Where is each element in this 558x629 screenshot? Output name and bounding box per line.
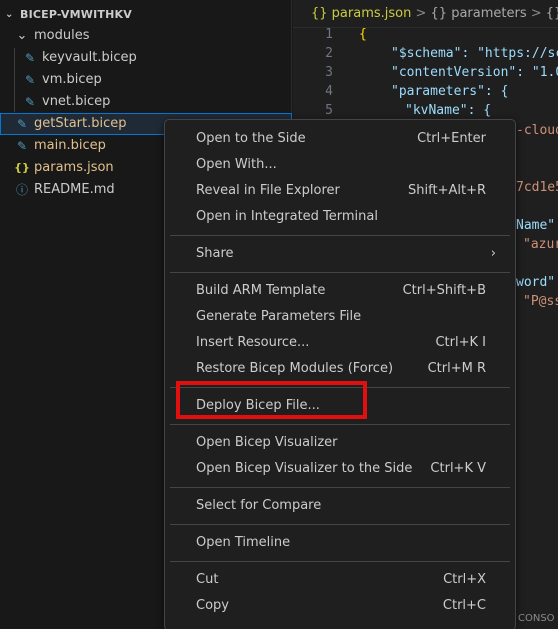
menu-item-cut[interactable]: Cut Ctrl+X — [170, 567, 510, 593]
breadcrumb-item-parameters[interactable]: {} parameters — [431, 6, 527, 21]
menu-item-shortcut: Shift+Alt+R — [408, 183, 486, 198]
menu-item-open-to-side[interactable]: Open to the Side Ctrl+Enter — [170, 126, 510, 152]
context-menu: Open to the Side Ctrl+Enter Open With...… — [164, 119, 516, 629]
chevron-right-icon: › — [490, 246, 496, 261]
code-line: "parameters": { — [391, 84, 509, 99]
menu-item-label: Open With... — [196, 157, 277, 172]
code-fragment: Name": — [516, 218, 558, 233]
menu-item-insert-resource[interactable]: Insert Resource... Ctrl+K I — [170, 330, 510, 356]
menu-item-generate-parameters-file[interactable]: Generate Parameters File — [170, 304, 510, 330]
breadcrumb: {} params.json > {} parameters > {} kvNa — [293, 0, 558, 28]
menu-item-label: Build ARM Template — [196, 283, 326, 298]
menu-separator — [170, 272, 510, 273]
bicep-file-icon: ✎ — [16, 117, 28, 131]
tree-item-label: modules — [34, 28, 90, 43]
tree-item-label: vm.bicep — [42, 72, 102, 87]
tree-item-label: getStart.bicep — [34, 116, 127, 131]
menu-item-label: Restore Bicep Modules (Force) — [196, 361, 394, 376]
code-fragment: "P@ss — [523, 294, 558, 309]
menu-item-shortcut: Ctrl+Enter — [417, 131, 486, 146]
menu-item-label: Insert Resource... — [196, 335, 310, 350]
menu-item-open-bicep-visualizer[interactable]: Open Bicep Visualizer — [170, 430, 510, 456]
tree-item-modules-folder[interactable]: ⌄ modules — [0, 25, 292, 47]
menu-item-shortcut: Ctrl+K I — [435, 335, 486, 350]
menu-item-label: Open to the Side — [196, 131, 306, 146]
line-number: 1 — [325, 28, 333, 42]
info-icon: ⓘ — [15, 183, 28, 197]
menu-item-label: Share — [196, 246, 234, 261]
annotation-highlight-box — [176, 381, 367, 419]
panel-tab-console[interactable]: CONSO — [518, 613, 555, 624]
menu-item-shortcut: Ctrl+X — [443, 572, 486, 587]
code-fragment: word" — [516, 275, 556, 290]
menu-item-shortcut: Ctrl+K V — [430, 461, 486, 476]
code-line: "$schema": "https://sc — [391, 46, 558, 61]
code-fragment: 7cd1e5 — [516, 180, 558, 195]
code-line: { — [359, 28, 367, 42]
json-file-icon: {} — [14, 161, 30, 174]
menu-item-open-in-terminal[interactable]: Open in Integrated Terminal — [170, 204, 510, 230]
breadcrumb-item-kvname[interactable]: {} kvNa — [546, 6, 558, 21]
menu-separator — [170, 487, 510, 488]
tree-item-label: keyvault.bicep — [42, 50, 137, 65]
menu-separator — [170, 424, 510, 425]
line-number: 5 — [325, 103, 333, 118]
code-fragment: -cloud — [516, 123, 558, 138]
line-number: 2 — [325, 46, 333, 61]
menu-item-reveal-in-file-explorer[interactable]: Reveal in File Explorer Shift+Alt+R — [170, 178, 510, 204]
breadcrumb-separator: > — [530, 6, 546, 21]
menu-item-label: Open Bicep Visualizer — [196, 435, 338, 450]
bicep-file-icon: ✎ — [16, 139, 28, 153]
menu-item-select-for-compare[interactable]: Select for Compare — [170, 493, 510, 519]
tree-item-label: params.json — [34, 160, 114, 175]
menu-item-open-with[interactable]: Open With... — [170, 152, 510, 178]
menu-item-open-timeline[interactable]: Open Timeline — [170, 530, 510, 556]
menu-item-label: Reveal in File Explorer — [196, 183, 340, 198]
code-line: "kvName": { — [405, 103, 492, 118]
menu-item-build-arm-template[interactable]: Build ARM Template Ctrl+Shift+B — [170, 278, 510, 304]
tree-item-label: vnet.bicep — [42, 94, 111, 109]
code-line: "contentVersion": "1.0 — [391, 65, 558, 80]
menu-item-label: Open Bicep Visualizer to the Side — [196, 461, 413, 476]
tree-item-vnet-bicep[interactable]: ✎ vnet.bicep — [0, 91, 292, 113]
tree-item-vm-bicep[interactable]: ✎ vm.bicep — [0, 69, 292, 91]
menu-item-label: Open in Integrated Terminal — [196, 209, 378, 224]
menu-item-restore-bicep-modules[interactable]: Restore Bicep Modules (Force) Ctrl+M R — [170, 356, 510, 382]
menu-item-shortcut: Ctrl+C — [442, 598, 486, 613]
bicep-file-icon: ✎ — [24, 73, 36, 87]
line-number: 4 — [325, 84, 333, 99]
menu-item-label: Select for Compare — [196, 498, 322, 513]
tree-item-keyvault-bicep[interactable]: ✎ keyvault.bicep — [0, 47, 292, 69]
bicep-file-icon: ✎ — [24, 51, 36, 65]
breadcrumb-item-file[interactable]: {} params.json — [311, 6, 411, 21]
chevron-down-icon: ⌄ — [16, 28, 28, 43]
line-number: 3 — [325, 65, 333, 80]
tree-item-label: README.md — [34, 182, 115, 197]
menu-item-copy[interactable]: Copy Ctrl+C — [170, 593, 510, 619]
menu-item-label: Copy — [196, 598, 229, 613]
menu-separator — [170, 235, 510, 236]
menu-item-shortcut: Ctrl+M R — [427, 361, 486, 376]
menu-item-label: Cut — [196, 572, 219, 587]
explorer-folder-title: BICEP-VMWITHKV — [20, 8, 132, 21]
menu-item-share[interactable]: Share › — [170, 241, 510, 267]
bicep-file-icon: ✎ — [24, 95, 36, 109]
breadcrumb-separator: > — [415, 6, 431, 21]
menu-item-label: Open Timeline — [196, 535, 291, 550]
code-fragment: "azur — [523, 237, 558, 252]
menu-item-shortcut: Ctrl+Shift+B — [402, 283, 486, 298]
menu-separator — [170, 561, 510, 562]
menu-item-open-bicep-visualizer-side[interactable]: Open Bicep Visualizer to the Side Ctrl+K… — [170, 456, 510, 482]
menu-item-label: Generate Parameters File — [196, 309, 362, 324]
menu-separator — [170, 524, 510, 525]
tree-item-label: main.bicep — [34, 138, 106, 153]
